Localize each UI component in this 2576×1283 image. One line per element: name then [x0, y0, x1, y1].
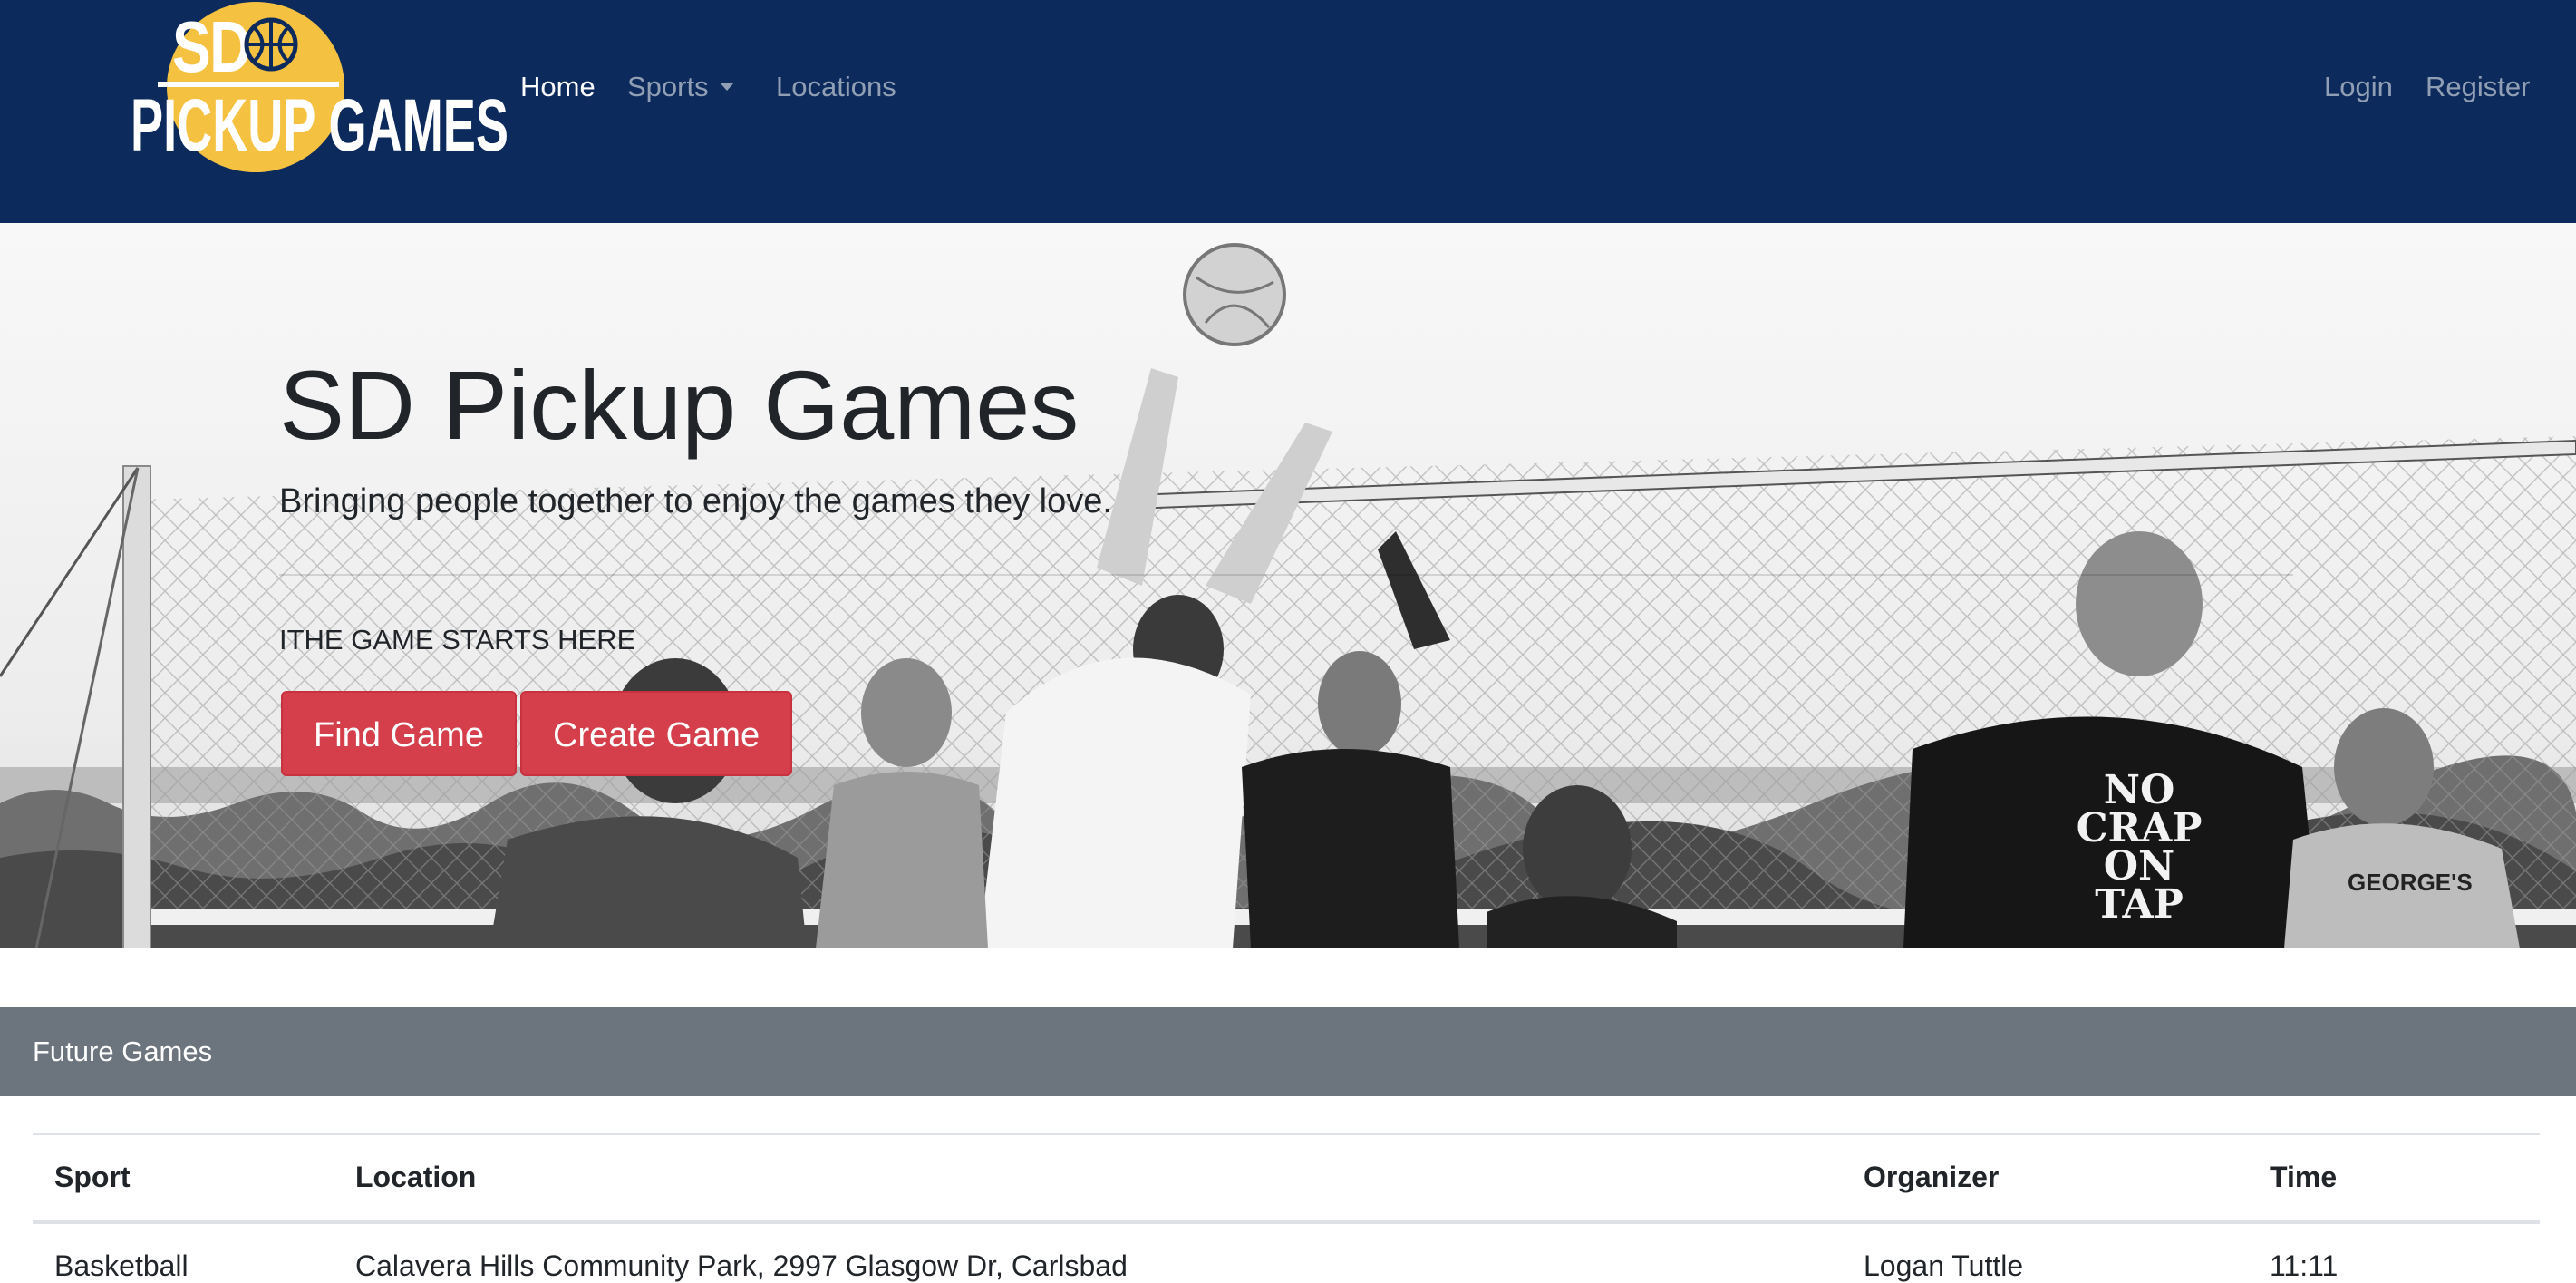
column-header-organizer: Organizer: [1864, 1161, 2000, 1193]
jersey-text: GEORGE'S: [2348, 869, 2473, 896]
table-row-sport-cell: Basketball: [54, 1249, 189, 1282]
hero-tagline: Bringing people together to enjoy the ga…: [279, 482, 1112, 520]
column-header-time: Time: [2270, 1161, 2338, 1193]
table-row-organizer-cell: Logan Tuttle: [1864, 1249, 2024, 1282]
future-games-header: Future Games: [0, 1007, 2576, 1096]
column-header-sport: Sport: [54, 1161, 131, 1193]
logo-sd-text: SD: [172, 6, 251, 87]
basketball-icon: [244, 17, 298, 72]
table-header-border: [33, 1220, 2540, 1224]
column-header-location: Location: [355, 1161, 477, 1193]
table-top-border: [33, 1133, 2540, 1135]
table-row-location-cell[interactable]: Calavera Hills Community Park, 2997 Glas…: [355, 1249, 1128, 1283]
page-title: SD Pickup Games: [279, 350, 1080, 460]
nav-sports-label: Sports: [627, 71, 709, 102]
find-game-button[interactable]: Find Game: [281, 691, 517, 776]
hero-lead-text: ITHE GAME STARTS HERE: [279, 624, 636, 656]
hero-background-image: NO CRAP ON TAP GEORGE'S: [0, 223, 2576, 948]
create-game-button[interactable]: Create Game: [520, 691, 793, 776]
shirt-text-line-4: TAP: [2095, 881, 2184, 928]
nav-register-link[interactable]: Register: [2426, 69, 2530, 105]
brand-logo[interactable]: SD PICKUP GAMES: [127, 0, 508, 181]
nav-home-link[interactable]: Home: [520, 69, 596, 105]
hero-divider: [279, 574, 2293, 576]
nav-sports-dropdown[interactable]: Sports: [627, 69, 734, 105]
nav-login-link[interactable]: Login: [2324, 69, 2393, 105]
nav-locations-link[interactable]: Locations: [776, 69, 896, 105]
hero-jumbotron: NO CRAP ON TAP GEORGE'S SD Pickup Games …: [0, 223, 2576, 948]
caret-down-icon: [719, 83, 734, 91]
top-navbar: SD PICKUP GAMES Home Sports Locations Lo…: [0, 0, 2576, 223]
logo-pickup-games-text: PICKUP GAMES: [131, 84, 509, 167]
table-row-time-cell: 11:11: [2270, 1249, 2339, 1282]
